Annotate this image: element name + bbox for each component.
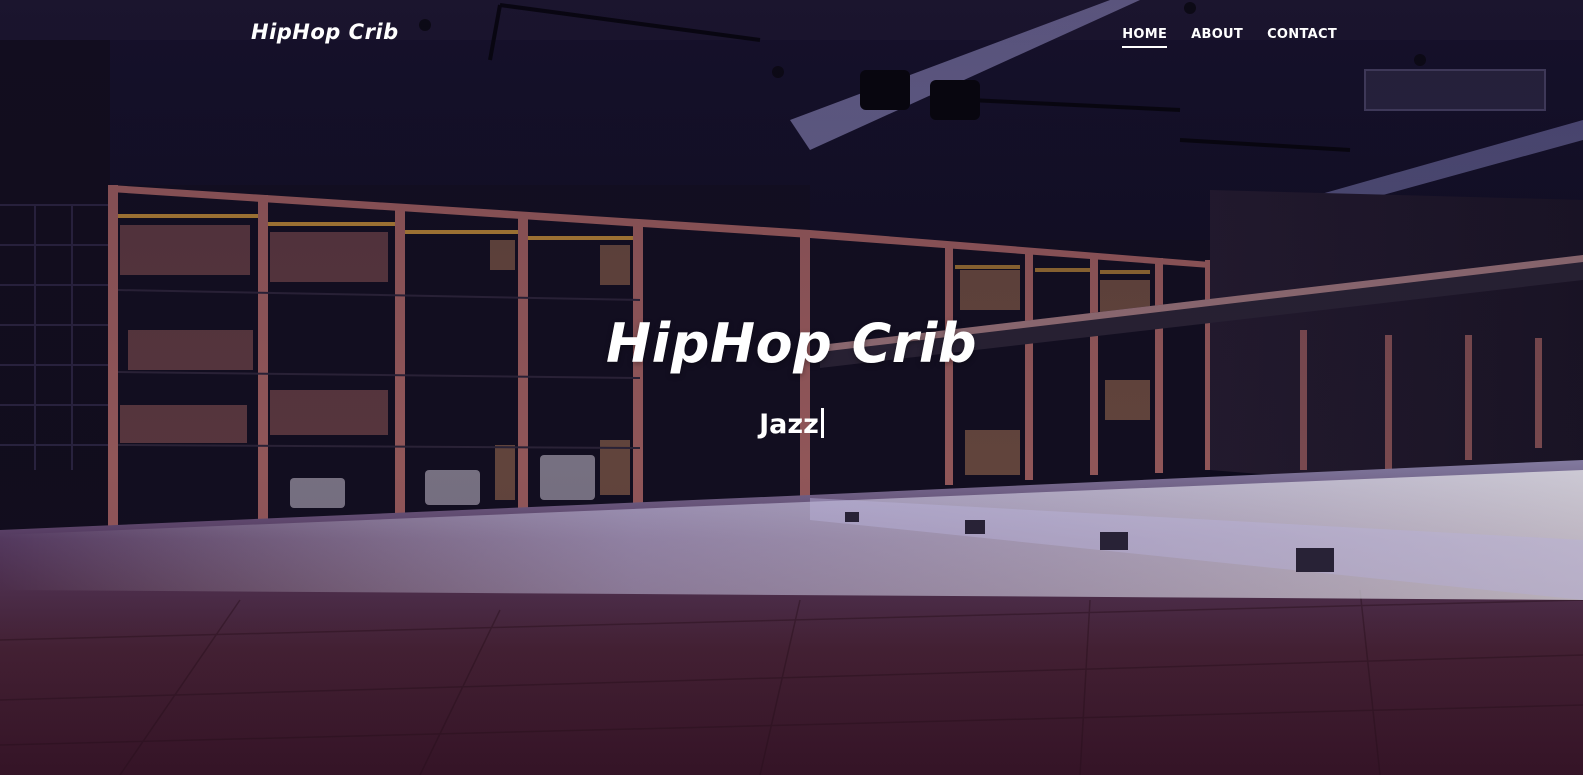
main-nav: HOME ABOUT CONTACT [1122,27,1337,48]
nav-item-about[interactable]: ABOUT [1191,27,1243,48]
nav-item-home[interactable]: HOME [1122,27,1168,48]
hero-section: HipHop Crib HOME ABOUT CONTACT HipHop Cr… [0,0,1583,775]
brand-logo[interactable]: HipHop Crib [251,20,399,44]
background-overlay [0,0,1583,775]
hero-typed-subtitle: Jazz [0,408,1583,440]
typing-caret [820,408,824,438]
nav-item-contact[interactable]: CONTACT [1267,27,1337,48]
typed-text: Jazz [759,409,819,440]
hero-title: HipHop Crib [605,312,978,375]
